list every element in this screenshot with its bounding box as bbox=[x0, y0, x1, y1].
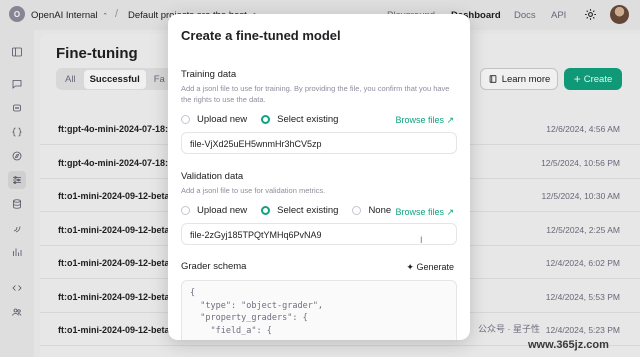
training-data-desc: Add a jsonl file to use for training. By… bbox=[181, 84, 450, 104]
radio-upload-new-label[interactable]: Upload new bbox=[197, 205, 247, 216]
validation-browse-files-link[interactable]: Browse files ↗ bbox=[395, 207, 454, 218]
watermark-url: www.365jz.com bbox=[528, 339, 609, 351]
sparkle-icon: ✦ bbox=[406, 262, 414, 272]
training-source-options: Upload new Select existing bbox=[181, 112, 352, 126]
watermark-text: 公众号 · 星子性 bbox=[478, 324, 540, 334]
radio-upload-new[interactable] bbox=[181, 114, 190, 124]
validation-data-title: Validation data bbox=[181, 171, 244, 182]
radio-upload-new[interactable] bbox=[181, 205, 190, 215]
validation-data-desc: Add a jsonl file to use for validation m… bbox=[181, 186, 326, 195]
generate-button[interactable]: ✦ Generate bbox=[406, 262, 454, 273]
validation-source-options: Upload new Select existing None bbox=[181, 203, 405, 217]
generate-label: Generate bbox=[416, 262, 454, 272]
radio-upload-new-label[interactable]: Upload new bbox=[197, 114, 247, 125]
training-file-field[interactable]: file-VjXd25uEH5wnmHr3hCV5zp bbox=[181, 132, 457, 154]
grader-schema-title: Grader schema bbox=[181, 261, 247, 272]
modal-title: Create a fine-tuned model bbox=[181, 28, 341, 43]
radio-none-label[interactable]: None bbox=[368, 205, 391, 216]
radio-none[interactable] bbox=[352, 205, 362, 215]
radio-select-existing[interactable] bbox=[261, 205, 271, 215]
radio-select-existing-label[interactable]: Select existing bbox=[277, 205, 338, 216]
text-cursor-icon: I bbox=[420, 235, 423, 245]
training-browse-files-link[interactable]: Browse files ↗ bbox=[395, 115, 454, 126]
radio-select-existing[interactable] bbox=[261, 114, 271, 124]
training-data-title: Training data bbox=[181, 69, 237, 80]
radio-select-existing-label[interactable]: Select existing bbox=[277, 114, 338, 125]
validation-file-field[interactable]: file-2zGyj185TPQtYMHq6PvNA9 bbox=[181, 223, 457, 245]
grader-schema-editor[interactable]: { "type": "object-grader", "property_gra… bbox=[181, 280, 457, 340]
create-fine-tune-modal: Create a fine-tuned model Training data … bbox=[168, 14, 470, 340]
